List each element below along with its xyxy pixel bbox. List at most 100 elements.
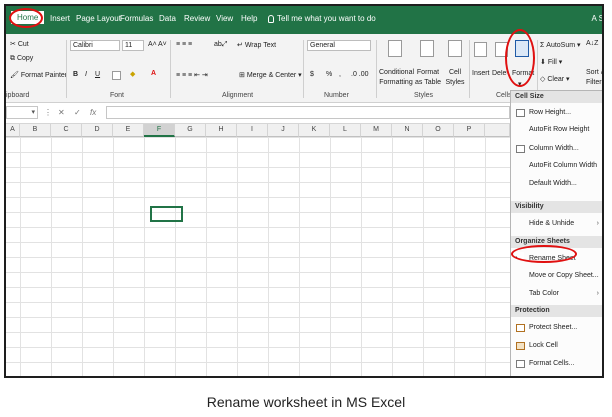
orientation-icon[interactable]: ab⤢ [214, 41, 227, 49]
column-header-I[interactable]: I [237, 124, 268, 137]
column-header-E[interactable]: E [113, 124, 144, 137]
format-as-table-icon [420, 40, 434, 57]
borders-icon[interactable] [112, 71, 121, 80]
align-left-icon[interactable]: ≡ ≡ ≡ ⇤ ⇥ [176, 71, 208, 79]
active-cell[interactable] [150, 206, 183, 222]
fill-label: Fill [547, 59, 557, 66]
font-color-icon[interactable]: A [151, 70, 156, 77]
lightbulb-icon [268, 14, 274, 23]
column-header-J[interactable]: J [268, 124, 299, 137]
menu-section-header: Cell Size [511, 91, 602, 103]
menu-item-default-width[interactable]: Default Width... [511, 177, 602, 191]
clipboard-group-label: ipboard [6, 92, 30, 99]
cell-styles-button[interactable]: Cell Styles [443, 68, 467, 88]
chevron-right-icon: › [596, 220, 599, 227]
menu-item-move-copy-sheet[interactable]: Move or Copy Sheet... [511, 269, 602, 283]
insert-cells-icon [474, 42, 487, 57]
column-width-icon [516, 145, 525, 153]
formula-input[interactable] [106, 106, 510, 119]
decimal-icon[interactable]: .0 .00 [351, 71, 369, 78]
currency-button[interactable]: $ [310, 71, 314, 78]
menu-item-format-cells[interactable]: Format Cells... [511, 357, 602, 371]
rename-sheet-highlight [511, 245, 577, 263]
column-header-N[interactable]: N [392, 124, 423, 137]
user-account[interactable]: A S [592, 14, 602, 23]
tab-insert[interactable]: Insert [50, 14, 70, 23]
merge-center-button[interactable]: ⊞ Merge & Center ▾ [239, 71, 302, 79]
tab-help[interactable]: Help [241, 14, 257, 23]
format-button-highlight [505, 29, 535, 87]
tab-page-layout[interactable]: Page Layout [76, 14, 121, 23]
insert-function-button[interactable]: fx [90, 108, 96, 117]
column-header-G[interactable]: G [175, 124, 206, 137]
fill-button[interactable]: ⬇ Fill ▾ [540, 58, 562, 66]
cut-button[interactable]: ✂ Cut [10, 40, 29, 48]
tab-data[interactable]: Data [159, 14, 176, 23]
column-header-A[interactable]: A [6, 124, 20, 137]
menu-item-autofit-row-height[interactable]: AutoFit Row Height [511, 123, 602, 137]
menu-item-label: Format Cells... [529, 360, 575, 367]
menu-item-autofit-column-width[interactable]: AutoFit Column Width [511, 159, 602, 173]
increase-font-button[interactable]: A˄ [148, 41, 157, 48]
bold-button[interactable]: B [73, 71, 78, 78]
format-as-table-button[interactable]: Format as Table [413, 68, 443, 88]
wrap-text-button[interactable]: ↵ Wrap Text [237, 41, 276, 49]
autosum-button[interactable]: Σ AutoSum ▾ [540, 41, 581, 49]
insert-cells-button[interactable]: Insert [472, 70, 490, 77]
column-header-M[interactable]: M [361, 124, 392, 137]
menu-item-label: AutoFit Column Width [529, 162, 598, 169]
delete-cells-button[interactable]: Delete [492, 70, 507, 77]
decrease-font-button[interactable]: A˅ [158, 41, 167, 48]
column-header-B[interactable]: B [20, 124, 51, 137]
italic-button[interactable]: I [85, 71, 87, 78]
top-align-icon[interactable]: ≡ ≡ ≡ [176, 41, 192, 48]
clear-button[interactable]: ◇ Clear ▾ [540, 75, 570, 83]
column-header-L[interactable]: L [330, 124, 361, 137]
column-header-C[interactable]: C [51, 124, 82, 137]
alignment-group-label: Alignment [222, 92, 254, 99]
menu-section-header: Visibility [511, 201, 602, 213]
underline-button[interactable]: U [95, 71, 100, 78]
chevron-right-icon: › [596, 290, 599, 297]
menu-item-hide-unhide[interactable]: Hide & Unhide › [511, 217, 602, 231]
more-options-icon: ⋮ [44, 108, 52, 117]
menu-section-header: Protection [511, 305, 602, 317]
tell-me-search[interactable]: Tell me what you want to do [268, 14, 376, 23]
sort-filter-button[interactable]: Sort & Filter [586, 68, 602, 88]
column-header-P[interactable]: P [454, 124, 485, 137]
figure-caption: Rename worksheet in MS Excel [206, 394, 406, 410]
fill-color-icon[interactable]: ◆ [130, 70, 135, 78]
tab-review[interactable]: Review [184, 14, 210, 23]
menu-item-column-width[interactable]: Column Width... [511, 142, 602, 156]
autosum-label: AutoSum [546, 42, 576, 49]
group-divider [170, 40, 171, 98]
name-box[interactable]: ▾ [6, 106, 38, 119]
comma-button[interactable]: , [339, 71, 341, 78]
column-header-K[interactable]: K [299, 124, 330, 137]
column-header-F[interactable]: F [144, 124, 175, 137]
cut-label: Cut [17, 41, 29, 48]
copy-button[interactable]: ⧉ Copy [10, 55, 33, 63]
sort-filter-icon: A↓Z [586, 40, 599, 47]
percent-button[interactable]: % [326, 71, 332, 78]
font-group-label: Font [110, 92, 125, 99]
number-format-select[interactable]: General [307, 40, 371, 51]
menu-item-lock-cell[interactable]: Lock Cell [511, 339, 602, 353]
tab-view[interactable]: View [216, 14, 233, 23]
conditional-formatting-button[interactable]: Conditional Formatting [379, 68, 414, 88]
cancel-formula-button[interactable]: ✕ [58, 108, 65, 117]
format-dropdown-menu: Cell Size Row Height... AutoFit Row Heig… [510, 90, 602, 376]
column-header-H[interactable]: H [206, 124, 237, 137]
enter-formula-button[interactable]: ✓ [74, 108, 81, 117]
format-painter-button[interactable]: 🖌 Format Painter [10, 71, 67, 79]
menu-item-tab-color[interactable]: Tab Color › [511, 287, 602, 301]
merge-center-label: Merge & Center [246, 72, 297, 79]
tab-formulas[interactable]: Formulas [120, 14, 153, 23]
column-header-D[interactable]: D [82, 124, 113, 137]
column-header-O[interactable]: O [423, 124, 454, 137]
font-size-select[interactable]: 11 [122, 40, 144, 51]
menu-item-protect-sheet[interactable]: Protect Sheet... [511, 321, 602, 335]
menu-item-row-height[interactable]: Row Height... [511, 106, 602, 120]
wrap-text-label: Wrap Text [244, 42, 277, 49]
font-name-select[interactable]: Calibri [70, 40, 120, 51]
